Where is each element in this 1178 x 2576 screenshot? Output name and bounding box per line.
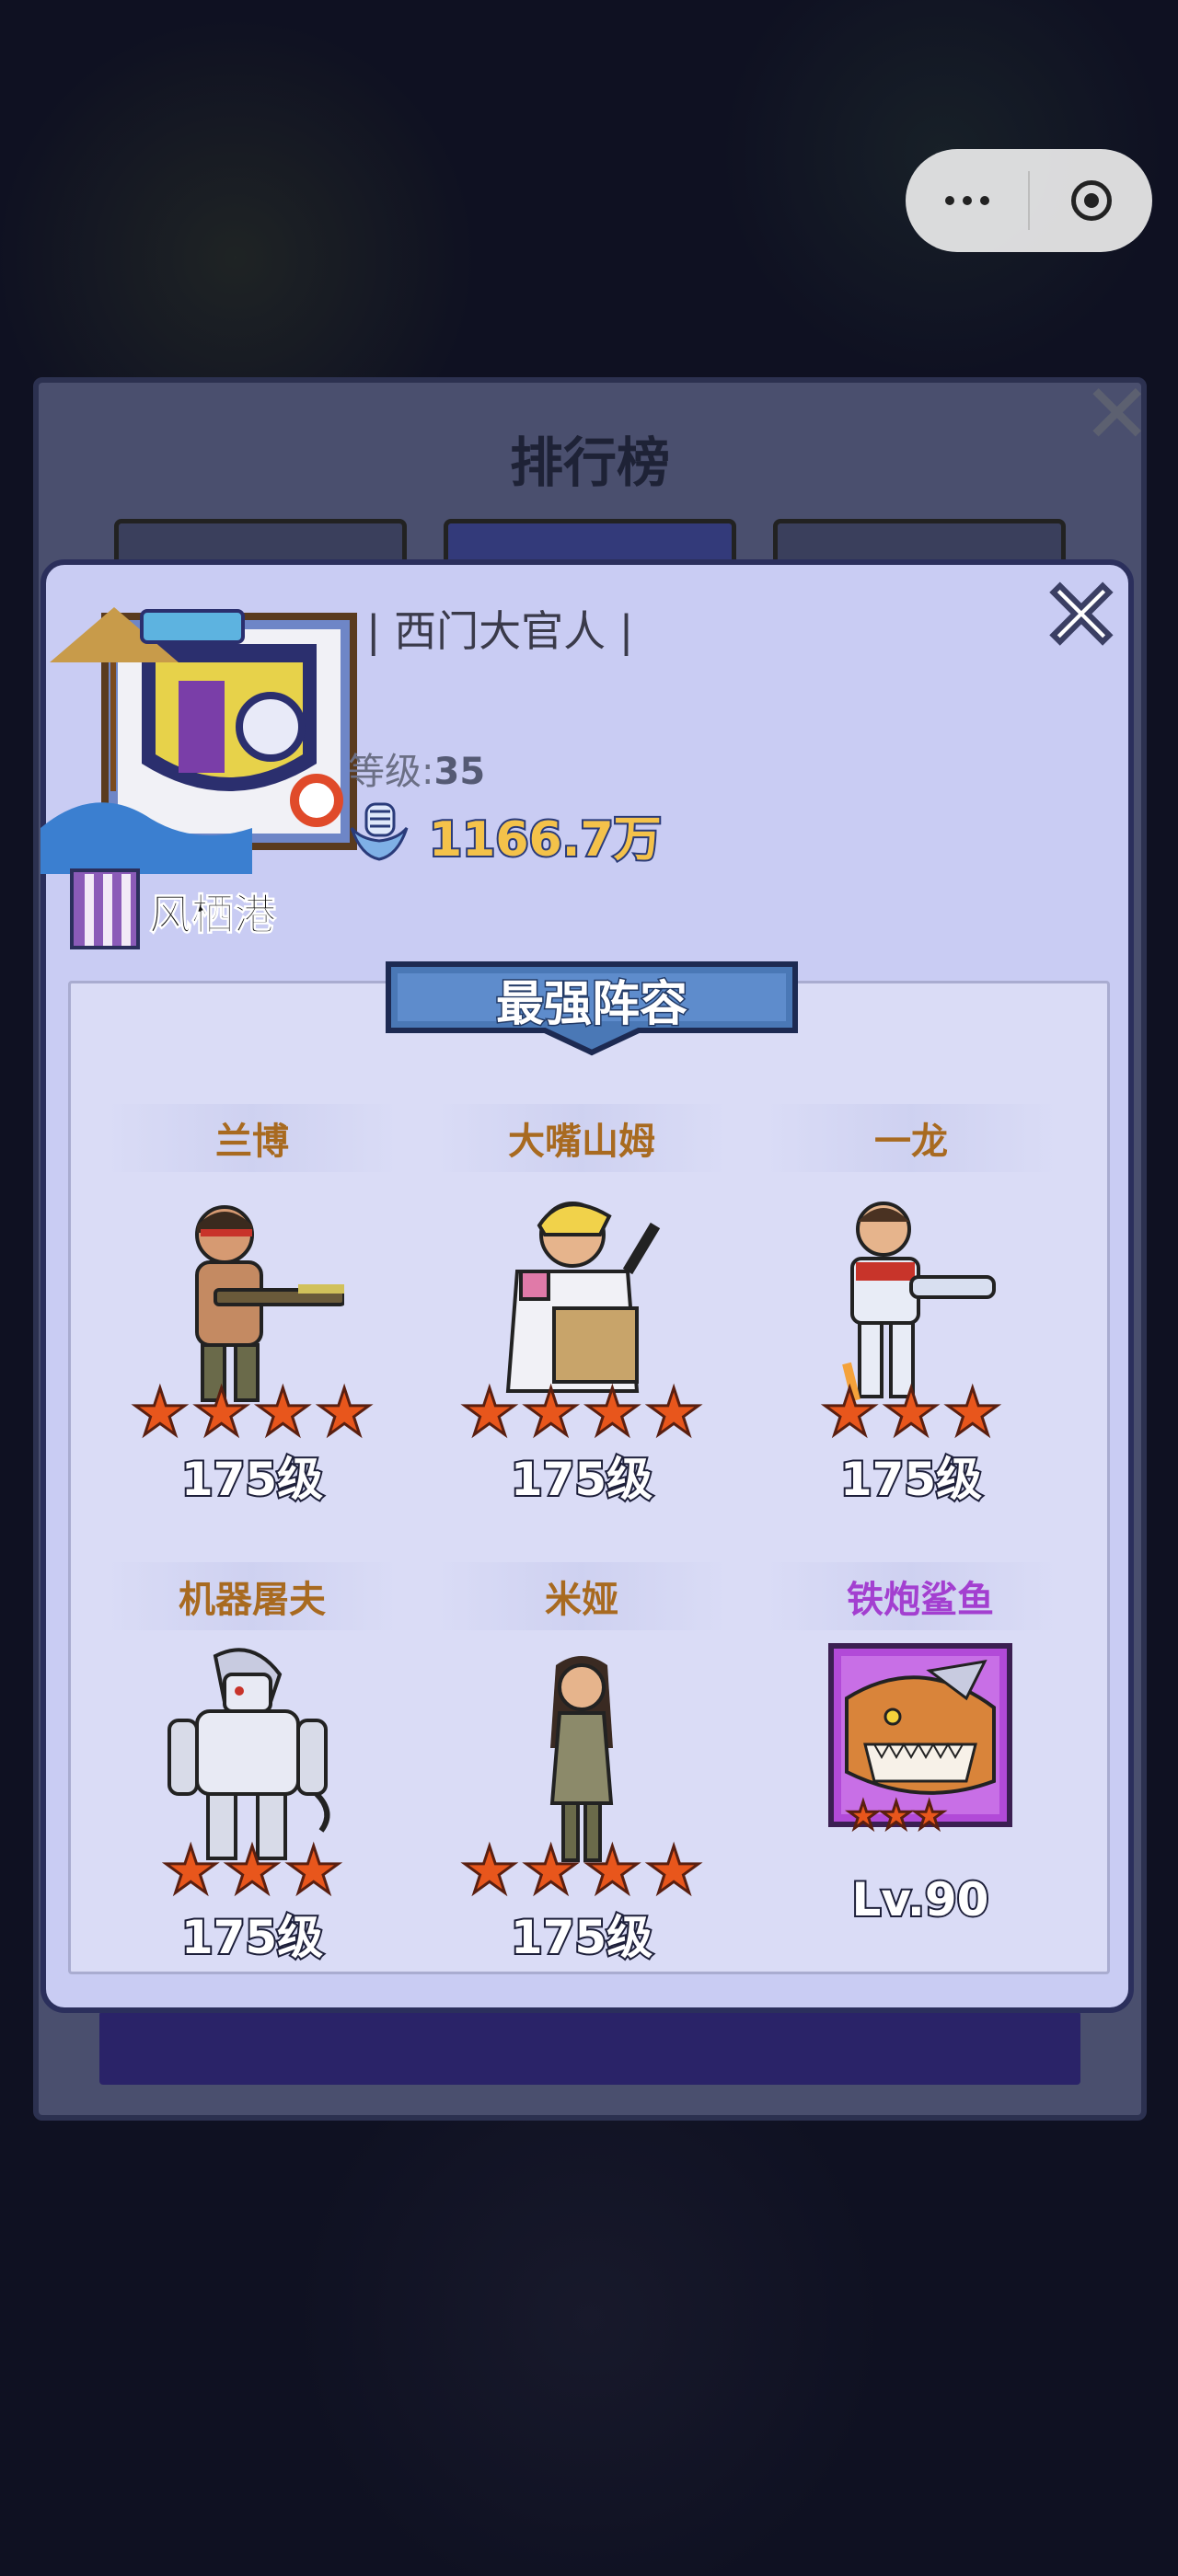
hero-level: 175级 [509,1909,654,1966]
lineup-title: 最强阵容 [494,976,688,1034]
star-icon: ★ [583,1374,643,1450]
hero-slot-6[interactable]: 铁炮鲨鱼 ★ ★ ★ Lv.90 [755,1562,1086,1985]
star-icon: ★ [314,1374,375,1450]
hero-stars: ★ ★ ★ ★ [96,1374,409,1450]
close-popup-button[interactable]: ✕ [1038,565,1124,666]
more-dots-icon [944,196,989,205]
hero-stars: ★ ★ ★ [96,1833,409,1908]
hero-level: 175级 [509,1451,654,1508]
player-name: | 西门大官人 | [366,606,634,656]
star-icon: ★ [942,1374,1003,1450]
miniprogram-capsule [906,149,1152,252]
hero-name: 铁炮鲨鱼 [847,1579,994,1621]
level-value: 35 [433,751,486,793]
hero-name: 一龙 [874,1121,948,1163]
hero-level: 175级 [179,1909,325,1966]
more-button[interactable] [906,149,1028,252]
ranking-title: 排行榜 [509,431,670,494]
hero-level: 175级 [179,1451,325,1508]
guild-flag-icon [70,868,140,949]
star-icon: ★ [643,1374,704,1450]
fist-power-icon [350,802,409,861]
guild-name: 风栖港 [149,890,277,940]
hero-slot-5[interactable]: 米娅 ★ ★ ★ ★ 175级 [425,1562,738,1985]
star-icon: ★ [911,1795,947,1837]
star-icon: ★ [881,1374,941,1450]
target-icon [1070,180,1112,221]
hero-name: 兰博 [215,1121,289,1163]
star-icon: ★ [846,1795,882,1837]
star-icon: ★ [191,1374,252,1450]
star-icon: ★ [130,1374,191,1450]
star-icon: ★ [283,1833,344,1908]
player-avatar[interactable] [40,589,372,874]
star-icon: ★ [222,1833,283,1908]
star-icon: ★ [583,1833,643,1908]
hero-slot-1[interactable]: 兰博 ★ ★ ★ ★ 175级 [96,1104,409,1527]
star-icon: ★ [459,1374,520,1450]
hero-stars: ★ ★ ★ [846,1795,948,1837]
hero-slot-3[interactable]: 一龙 ★ ★ ★ 175级 [755,1104,1068,1527]
level-label: 等级: [348,751,434,793]
hero-name: 米娅 [545,1579,618,1621]
star-icon: ★ [878,1795,914,1837]
hero-name: 大嘴山姆 [508,1121,655,1163]
hero-slot-4[interactable]: 机器屠夫 ★ ★ ★ 175级 [96,1562,409,1985]
power-value: 1166.7万 [427,811,664,869]
close-miniprogram-button[interactable] [1030,149,1152,252]
star-icon: ★ [521,1374,582,1450]
hero-level: 175级 [838,1451,984,1508]
star-icon: ★ [253,1374,314,1450]
hero-stars: ★ ★ ★ ★ [425,1374,738,1450]
player-level: 等级:35 [348,742,485,795]
hero-level: Lv.90 [850,1871,991,1928]
hero-stars: ★ ★ ★ ★ [425,1833,738,1908]
hero-stars: ★ ★ ★ [755,1374,1068,1450]
star-icon: ★ [459,1833,520,1908]
hero-name: 机器屠夫 [179,1579,326,1621]
star-icon: ★ [819,1374,880,1450]
star-icon: ★ [160,1833,221,1908]
hero-slot-2[interactable]: 大嘴山姆 ★ ★ ★ ★ 175级 [425,1104,738,1527]
ranking-self-row [99,2011,1080,2085]
star-icon: ★ [643,1833,704,1908]
ranking-close-icon[interactable]: ✕ [1082,374,1151,456]
star-icon: ★ [521,1833,582,1908]
